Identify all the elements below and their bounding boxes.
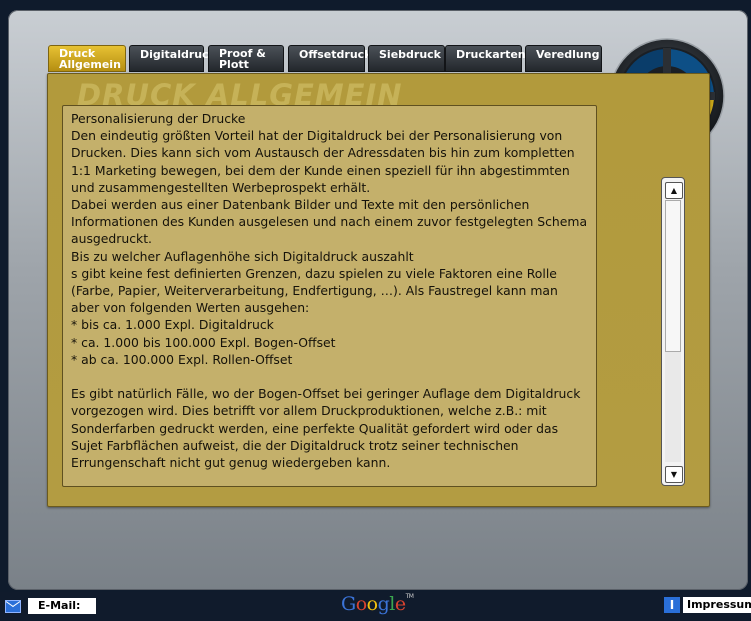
impressum-link[interactable]: I Impressum (664, 597, 751, 613)
article-paragraph: Es gibt natürlich Fälle, wo der Bogen-Of… (71, 386, 581, 471)
article-heading: Personalisierung der Drucke (71, 111, 246, 126)
article-paragraph: Dabei werden aus einer Datenbank Bilder … (71, 197, 588, 247)
email-label: E-Mail: (28, 598, 97, 614)
tab-label: Proof & Plott (219, 47, 266, 71)
scrollbar-thumb[interactable] (665, 200, 681, 352)
text-scrollbar[interactable]: ▲ ▼ (661, 177, 685, 486)
envelope-icon (5, 599, 21, 613)
tab-label: Veredlung (536, 48, 600, 61)
tab-druckarten[interactable]: Druckarten (445, 45, 526, 72)
tab-veredlung[interactable]: Veredlung (525, 45, 602, 72)
tab-label: Druckarten (456, 48, 526, 61)
list-item: * bis ca. 1.000 Expl. Digitaldruck (71, 317, 274, 333)
google-trademark: TM (405, 593, 414, 600)
arrow-down-icon[interactable]: ▼ (665, 466, 683, 483)
list-item: * ab ca. 100.000 Expl. Rollen-Offset (71, 351, 293, 367)
impressum-label: Impressum (683, 597, 751, 613)
list-item: * ca. 1.000 bis 100.000 Expl. Bogen-Offs… (71, 334, 336, 350)
article-subheading: Bis zu welcher Auflagenhöhe sich Digital… (71, 248, 414, 264)
tab-label: Digitaldruck (140, 48, 216, 61)
tab-proof-plott[interactable]: Proof & Plott (208, 45, 284, 72)
tab-druck-allgemein[interactable]: Druck Allgemein (48, 45, 126, 72)
tab-digitaldruck[interactable]: Digitaldruck (129, 45, 216, 72)
article-paragraph: Den eindeutig größten Vorteil hat der Di… (71, 128, 575, 195)
article-text-box: Personalisierung der Drucke Den eindeuti… (62, 105, 597, 487)
email-link[interactable]: E-Mail: (5, 598, 97, 614)
article-paragraph: s gibt keine fest definierten Grenzen, d… (71, 265, 558, 316)
tab-label: Druck Allgemein (59, 47, 121, 71)
google-logo[interactable]: GoogleTM (341, 593, 414, 615)
arrow-up-icon[interactable]: ▲ (665, 182, 683, 199)
tab-offsetdruck[interactable]: Offsetdruck (288, 45, 372, 72)
tab-siebdruck[interactable]: Siebdruck (368, 45, 445, 72)
tab-label: Offsetdruck (299, 48, 372, 61)
info-icon: I (664, 597, 680, 613)
tab-label: Siebdruck (379, 48, 441, 61)
